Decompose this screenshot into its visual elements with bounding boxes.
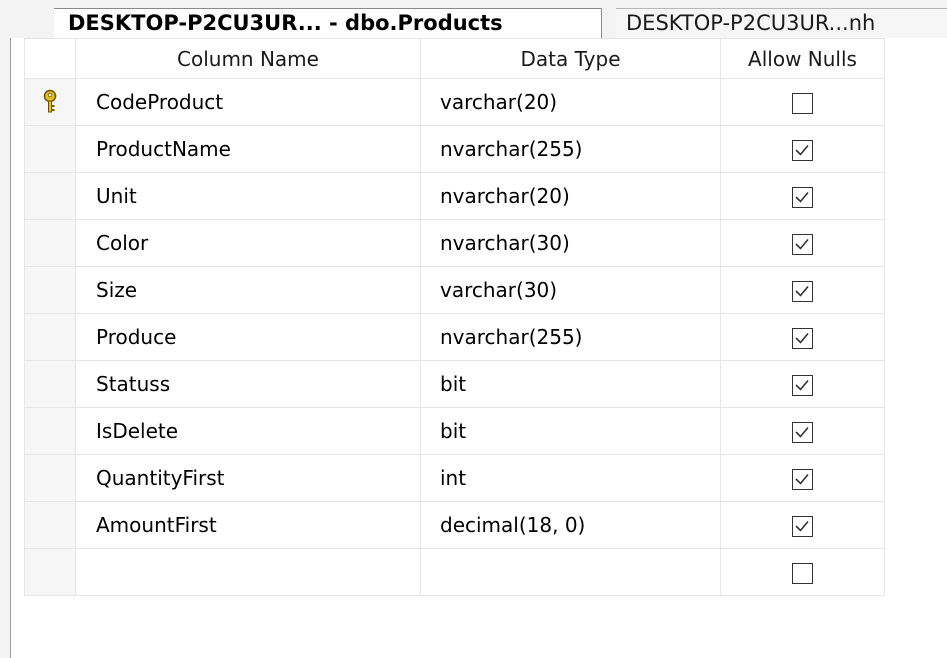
row-selector[interactable] xyxy=(24,219,76,267)
allow-nulls-checkbox[interactable] xyxy=(792,281,813,302)
allow-nulls-header: Allow Nulls xyxy=(720,38,885,79)
column-name-cell[interactable]: Produce xyxy=(75,313,421,361)
column-name-cell[interactable]: Unit xyxy=(75,172,421,220)
header-row: Column Name Data Type Allow Nulls xyxy=(24,38,885,79)
columns-table: Column Name Data Type Allow Nulls CodePr… xyxy=(24,38,885,596)
allow-nulls-cell xyxy=(720,360,885,408)
table-row[interactable]: Unit nvarchar(20) xyxy=(24,172,885,220)
tab-label: DESKTOP-P2CU3UR...nh xyxy=(626,11,876,35)
row-selector[interactable] xyxy=(24,548,76,596)
table-row[interactable] xyxy=(24,548,885,596)
tab-products-designer[interactable]: DESKTOP-P2CU3UR... - dbo.Products xyxy=(54,8,602,38)
data-type-cell[interactable]: int xyxy=(420,454,721,502)
allow-nulls-cell xyxy=(720,219,885,267)
allow-nulls-cell xyxy=(720,172,885,220)
table-row[interactable]: Produce nvarchar(255) xyxy=(24,313,885,361)
row-selector[interactable] xyxy=(24,125,76,173)
data-type-cell[interactable]: nvarchar(20) xyxy=(420,172,721,220)
table-row[interactable]: Statuss bit xyxy=(24,360,885,408)
row-selector[interactable] xyxy=(24,407,76,455)
row-selector[interactable] xyxy=(24,360,76,408)
data-type-cell[interactable]: decimal(18, 0) xyxy=(420,501,721,549)
data-type-cell[interactable]: bit xyxy=(420,407,721,455)
column-name-cell[interactable] xyxy=(75,548,421,596)
table-row[interactable]: ProductName nvarchar(255) xyxy=(24,125,885,173)
row-selector[interactable] xyxy=(24,454,76,502)
data-type-header: Data Type xyxy=(420,38,721,79)
allow-nulls-checkbox[interactable] xyxy=(792,375,813,396)
allow-nulls-checkbox[interactable] xyxy=(792,563,813,584)
allow-nulls-checkbox[interactable] xyxy=(792,516,813,537)
primary-key-icon xyxy=(39,89,61,113)
allow-nulls-cell xyxy=(720,501,885,549)
allow-nulls-checkbox[interactable] xyxy=(792,422,813,443)
table-row[interactable]: AmountFirst decimal(18, 0) xyxy=(24,501,885,549)
table-row[interactable]: IsDelete bit xyxy=(24,407,885,455)
allow-nulls-checkbox[interactable] xyxy=(792,93,813,114)
column-name-cell[interactable]: AmountFirst xyxy=(75,501,421,549)
row-selector[interactable] xyxy=(24,313,76,361)
column-name-cell[interactable]: Size xyxy=(75,266,421,314)
table-row[interactable]: QuantityFirst int xyxy=(24,454,885,502)
left-edge xyxy=(0,0,10,658)
table-designer-grid: Column Name Data Type Allow Nulls CodePr… xyxy=(11,38,947,658)
column-name-cell[interactable]: CodeProduct xyxy=(75,78,421,126)
allow-nulls-checkbox[interactable] xyxy=(792,140,813,161)
data-type-cell[interactable]: nvarchar(255) xyxy=(420,125,721,173)
allow-nulls-cell xyxy=(720,266,885,314)
allow-nulls-cell xyxy=(720,313,885,361)
tab-other-document[interactable]: DESKTOP-P2CU3UR...nh xyxy=(616,8,947,38)
allow-nulls-cell xyxy=(720,548,885,596)
allow-nulls-cell xyxy=(720,125,885,173)
column-name-cell[interactable]: Color xyxy=(75,219,421,267)
data-type-cell[interactable] xyxy=(420,548,721,596)
column-name-cell[interactable]: Statuss xyxy=(75,360,421,408)
allow-nulls-cell xyxy=(720,454,885,502)
allow-nulls-checkbox[interactable] xyxy=(792,187,813,208)
row-selector[interactable] xyxy=(24,78,76,126)
tab-label: DESKTOP-P2CU3UR... - dbo.Products xyxy=(68,11,503,35)
allow-nulls-checkbox[interactable] xyxy=(792,234,813,255)
table-row[interactable]: Size varchar(30) xyxy=(24,266,885,314)
column-name-cell[interactable]: IsDelete xyxy=(75,407,421,455)
data-type-cell[interactable]: nvarchar(30) xyxy=(420,219,721,267)
row-selector-header xyxy=(24,38,76,79)
column-name-cell[interactable]: ProductName xyxy=(75,125,421,173)
allow-nulls-checkbox[interactable] xyxy=(792,328,813,349)
row-selector[interactable] xyxy=(24,501,76,549)
data-type-cell[interactable]: bit xyxy=(420,360,721,408)
column-name-cell[interactable]: QuantityFirst xyxy=(75,454,421,502)
table-row[interactable]: Color nvarchar(30) xyxy=(24,219,885,267)
row-selector[interactable] xyxy=(24,172,76,220)
allow-nulls-cell xyxy=(720,407,885,455)
data-type-cell[interactable]: nvarchar(255) xyxy=(420,313,721,361)
document-tabstrip: DESKTOP-P2CU3UR... - dbo.Products DESKTO… xyxy=(10,0,947,38)
table-row[interactable]: CodeProduct varchar(20) xyxy=(24,78,885,126)
data-type-cell[interactable]: varchar(20) xyxy=(420,78,721,126)
allow-nulls-checkbox[interactable] xyxy=(792,469,813,490)
column-name-header: Column Name xyxy=(75,38,421,79)
allow-nulls-cell xyxy=(720,78,885,126)
row-selector[interactable] xyxy=(24,266,76,314)
data-type-cell[interactable]: varchar(30) xyxy=(420,266,721,314)
